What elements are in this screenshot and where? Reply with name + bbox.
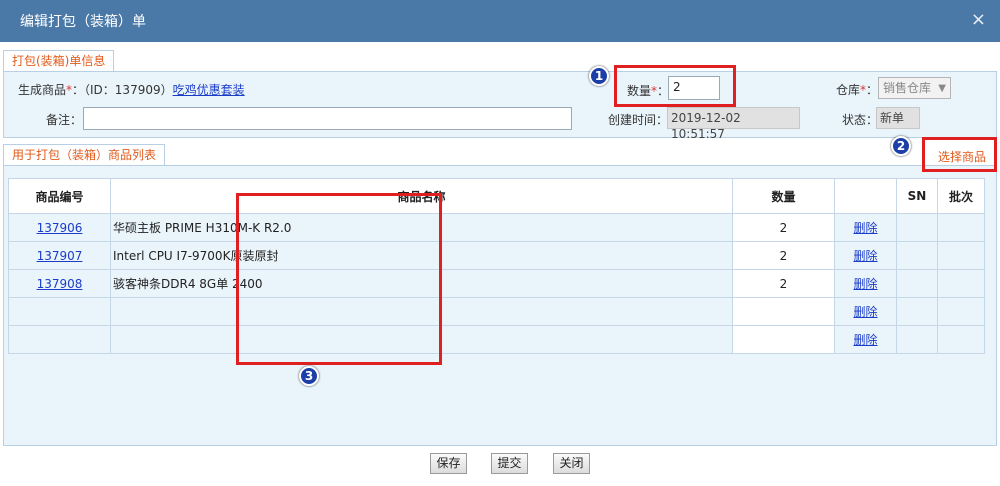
annotation-badge-2: 2 [891, 136, 911, 156]
tab-package-info[interactable]: 打包(装箱)单信息 [3, 50, 115, 72]
product-code-cell: 137906 [8, 213, 111, 242]
warehouse-label: 仓库 [836, 83, 861, 97]
dialog-title: 编辑打包（装箱）单 [20, 14, 146, 30]
table-row: 137907 Interl CPU I7-9700K原装原封 2 删除 [8, 241, 985, 270]
quantity-cell[interactable] [732, 325, 835, 354]
delete-link[interactable]: 删除 [853, 277, 877, 291]
batch-cell [937, 241, 985, 270]
warehouse-select-value: 销售仓库 [883, 81, 932, 95]
action-cell: 删除 [834, 297, 897, 326]
action-cell: 删除 [834, 241, 897, 270]
product-code-cell: 137907 [8, 241, 111, 270]
product-name-cell: 骇客神条DDR4 8G单 2400 [110, 269, 733, 298]
batch-cell [937, 213, 985, 242]
product-code-cell: 137908 [8, 269, 111, 298]
save-button[interactable]: 保存 [430, 453, 467, 474]
product-code-cell [8, 325, 111, 354]
warehouse-label-group: 仓库*： [836, 82, 878, 98]
dialog-titlebar: 编辑打包（装箱）单 × [0, 0, 1000, 42]
product-name-cell: Interl CPU I7-9700K原装原封 [110, 241, 733, 270]
batch-cell [937, 325, 985, 354]
product-code-link[interactable]: 137906 [37, 221, 83, 235]
product-name-cell [110, 325, 733, 354]
quantity-input[interactable]: 2 [668, 76, 720, 100]
warehouse-select[interactable]: 销售仓库 ▼ [878, 77, 951, 99]
delete-link[interactable]: 删除 [853, 305, 877, 319]
product-code-cell [8, 297, 111, 326]
chevron-down-icon: ▼ [938, 83, 946, 94]
sn-cell [896, 269, 938, 298]
quantity-cell[interactable]: 2 [732, 241, 835, 270]
col-header-name: 商品名称 [110, 178, 733, 214]
delete-link[interactable]: 删除 [853, 249, 877, 263]
sn-cell [896, 297, 938, 326]
submit-button[interactable]: 提交 [491, 453, 528, 474]
created-time-value: 2019-12-02 10:51:57 [667, 107, 800, 141]
action-cell: 删除 [834, 325, 897, 354]
table-row: 删除 [8, 325, 985, 354]
col-header-qty: 数量 [732, 178, 835, 214]
product-label-group: 生成商品*：（ID：137909）吃鸡优惠套装 [18, 82, 245, 98]
col-header-batch: 批次 [937, 178, 985, 214]
delete-link[interactable]: 删除 [853, 333, 877, 347]
created-label: 创建时间： [608, 113, 669, 127]
qty-label: 数量 [627, 84, 652, 98]
quantity-cell[interactable]: 2 [732, 213, 835, 242]
note-label: 备注： [46, 113, 83, 127]
product-table: 商品编号 商品名称 数量 SN 批次 137906 华硕主板 PRIME H31… [8, 178, 985, 354]
table-row: 删除 [8, 297, 985, 326]
table-row: 137908 骇客神条DDR4 8G单 2400 2 删除 [8, 269, 985, 298]
product-code-link[interactable]: 137907 [37, 249, 83, 263]
product-code-link[interactable]: 137908 [37, 277, 83, 291]
product-name-cell [110, 297, 733, 326]
quantity-cell[interactable]: 2 [732, 269, 835, 298]
sn-cell [896, 241, 938, 270]
dialog-content: 打包(装箱)单信息 生成商品*：（ID：137909）吃鸡优惠套装 备注： 数量… [0, 42, 1000, 486]
note-input[interactable] [83, 107, 572, 130]
col-header-sn: SN [896, 178, 938, 214]
batch-cell [937, 269, 985, 298]
select-products-link[interactable]: 选择商品 [938, 149, 986, 165]
status-label: 状态： [842, 113, 879, 127]
table-row: 137906 华硕主板 PRIME H310M-K R2.0 2 删除 [8, 213, 985, 242]
action-cell: 删除 [834, 269, 897, 298]
tab-package-info-label: 打包(装箱)单信息 [12, 54, 106, 68]
col-header-code: 商品编号 [8, 178, 111, 214]
close-button[interactable]: 关闭 [553, 453, 590, 474]
quantity-cell[interactable] [732, 297, 835, 326]
tab-product-list[interactable]: 用于打包（装箱）商品列表 [3, 144, 166, 166]
delete-link[interactable]: 删除 [853, 221, 877, 235]
table-header-row: 商品编号 商品名称 数量 SN 批次 [8, 178, 985, 214]
annotation-badge-3: 3 [299, 366, 319, 386]
action-cell: 删除 [834, 213, 897, 242]
qty-label-group: 数量*： [627, 83, 669, 99]
close-icon[interactable]: × [971, 10, 986, 30]
annotation-badge-1: 1 [589, 66, 609, 86]
status-value: 新单 [876, 107, 920, 129]
product-name-cell: 华硕主板 PRIME H310M-K R2.0 [110, 213, 733, 242]
product-id-text: ：（ID：137909） [72, 83, 173, 97]
sn-cell [896, 213, 938, 242]
product-name-link[interactable]: 吃鸡优惠套装 [173, 83, 245, 97]
tab-product-list-label: 用于打包（装箱）商品列表 [12, 148, 157, 162]
col-header-action [834, 178, 897, 214]
sn-cell [896, 325, 938, 354]
product-label: 生成商品 [18, 83, 67, 97]
warehouse-colon: ： [866, 83, 879, 97]
batch-cell [937, 297, 985, 326]
